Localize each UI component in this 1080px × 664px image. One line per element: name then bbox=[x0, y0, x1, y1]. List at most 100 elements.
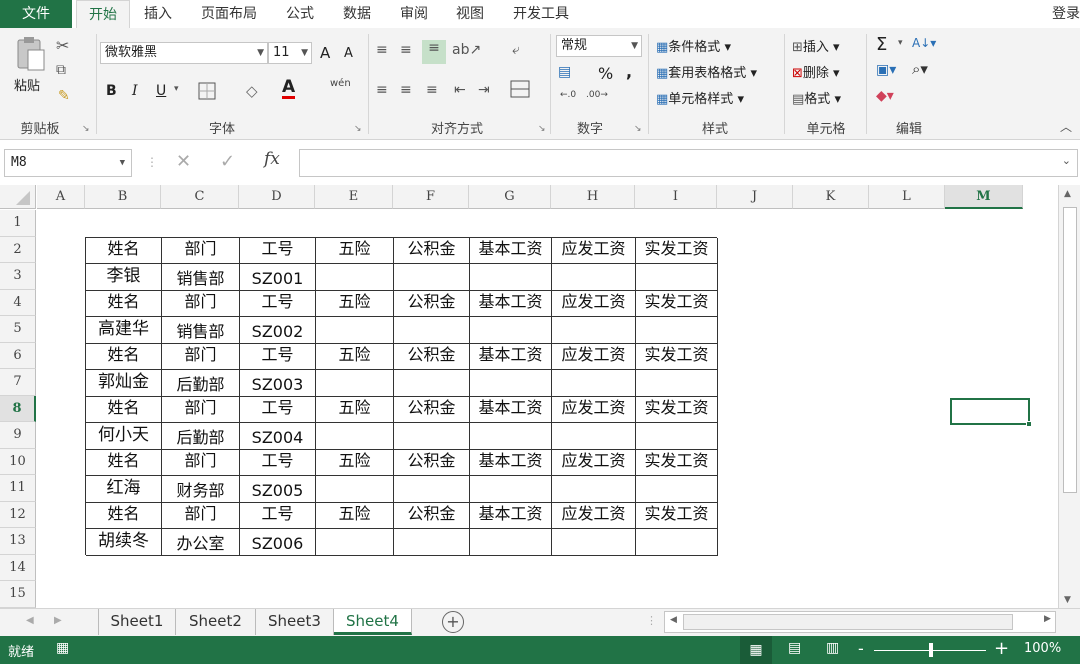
header-cell[interactable]: 姓名 bbox=[86, 343, 162, 370]
data-cell[interactable] bbox=[316, 476, 394, 503]
tab-page-layout[interactable]: 页面布局 bbox=[201, 0, 257, 28]
row-header-6[interactable]: 6 bbox=[0, 342, 36, 369]
zoom-level[interactable]: 100% bbox=[1024, 641, 1061, 656]
data-cell[interactable]: 何小天 bbox=[86, 423, 162, 450]
bold-button[interactable]: B bbox=[106, 83, 117, 99]
tab-home[interactable]: 开始 bbox=[76, 0, 130, 29]
header-cell[interactable]: 工号 bbox=[240, 396, 316, 423]
data-cell[interactable] bbox=[552, 476, 636, 503]
data-cell[interactable]: 胡续冬 bbox=[86, 529, 162, 556]
scroll-down-icon[interactable]: ▼ bbox=[1064, 595, 1071, 605]
header-cell[interactable]: 部门 bbox=[162, 502, 240, 529]
header-cell[interactable]: 五险 bbox=[316, 343, 394, 370]
column-header-i[interactable]: I bbox=[635, 185, 717, 209]
header-cell[interactable]: 实发工资 bbox=[636, 343, 718, 370]
header-cell[interactable]: 基本工资 bbox=[470, 449, 552, 476]
chevron-down-icon[interactable]: ▾ bbox=[174, 84, 179, 94]
header-cell[interactable]: 部门 bbox=[162, 449, 240, 476]
data-cell[interactable] bbox=[470, 264, 552, 291]
phonetic-button[interactable]: wén bbox=[330, 78, 351, 89]
tab-review[interactable]: 审阅 bbox=[400, 0, 428, 28]
page-layout-view-icon[interactable]: ▤ bbox=[788, 640, 801, 656]
data-cell[interactable]: 销售部 bbox=[162, 317, 240, 344]
data-cell[interactable] bbox=[394, 370, 470, 397]
row-header-4[interactable]: 4 bbox=[0, 289, 36, 316]
format-cells-button[interactable]: ▤格式 ▾ bbox=[792, 88, 841, 107]
data-cell[interactable] bbox=[552, 423, 636, 450]
increase-indent-icon[interactable]: ⇥ bbox=[478, 82, 490, 98]
data-cell[interactable] bbox=[636, 423, 718, 450]
format-painter-icon[interactable]: ✎ bbox=[58, 88, 70, 104]
italic-button[interactable]: I bbox=[132, 83, 138, 99]
grow-font-button[interactable]: A bbox=[320, 44, 330, 62]
header-cell[interactable]: 五险 bbox=[316, 502, 394, 529]
data-cell[interactable] bbox=[470, 529, 552, 556]
increase-decimal-icon[interactable]: ←.0 bbox=[560, 90, 576, 100]
header-cell[interactable]: 实发工资 bbox=[636, 237, 718, 264]
page-break-view-icon[interactable]: ▥ bbox=[826, 640, 839, 656]
data-cell[interactable] bbox=[316, 264, 394, 291]
number-launcher-icon[interactable]: ↘ bbox=[634, 124, 642, 134]
data-cell[interactable] bbox=[552, 529, 636, 556]
name-box[interactable]: M8 ▼ bbox=[4, 149, 132, 177]
worksheet-grid[interactable]: ABCDEFGHIJKLM 1 2 3 4 5 6 7 8 9 10 11 12 13 14 15 姓名 部门… bbox=[0, 185, 1080, 608]
sort-filter-icon[interactable]: A↓▾ bbox=[912, 36, 936, 50]
data-cell[interactable] bbox=[470, 423, 552, 450]
data-cell[interactable]: SZ003 bbox=[240, 370, 316, 397]
row-header-8[interactable]: 8 bbox=[0, 395, 36, 422]
fill-icon[interactable]: ▣▾ bbox=[876, 62, 896, 78]
column-header-a[interactable]: A bbox=[37, 185, 85, 209]
macro-record-icon[interactable]: ▦ bbox=[56, 640, 69, 656]
sheet-tab-1[interactable]: Sheet1 bbox=[98, 609, 176, 635]
header-cell[interactable]: 基本工资 bbox=[470, 396, 552, 423]
row-header-7[interactable]: 7 bbox=[0, 369, 36, 396]
scroll-up-icon[interactable]: ▲ bbox=[1064, 189, 1071, 199]
zoom-in-button[interactable]: + bbox=[994, 638, 1009, 659]
cell-styles-button[interactable]: ▦单元格样式 ▾ bbox=[656, 88, 744, 107]
insert-cells-button[interactable]: ⊞插入 ▾ bbox=[792, 36, 840, 55]
row-header-10[interactable]: 10 bbox=[0, 448, 36, 475]
data-cell[interactable]: 后勤部 bbox=[162, 423, 240, 450]
header-cell[interactable]: 姓名 bbox=[86, 290, 162, 317]
percent-button[interactable]: % bbox=[598, 64, 613, 83]
header-cell[interactable]: 应发工资 bbox=[552, 396, 636, 423]
header-cell[interactable]: 基本工资 bbox=[470, 237, 552, 264]
vertical-scrollbar[interactable]: ▲ ▼ bbox=[1058, 185, 1080, 608]
header-cell[interactable]: 基本工资 bbox=[470, 502, 552, 529]
data-cell[interactable] bbox=[470, 476, 552, 503]
header-cell[interactable]: 应发工资 bbox=[552, 449, 636, 476]
align-bottom-icon[interactable]: ≡ bbox=[422, 40, 446, 64]
data-cell[interactable] bbox=[636, 370, 718, 397]
data-cell[interactable]: SZ001 bbox=[240, 264, 316, 291]
column-header-j[interactable]: J bbox=[717, 185, 793, 209]
sheet-tab-3[interactable]: Sheet3 bbox=[256, 609, 334, 635]
header-cell[interactable]: 应发工资 bbox=[552, 237, 636, 264]
next-sheet-icon[interactable]: ▶ bbox=[54, 615, 62, 626]
column-header-d[interactable]: D bbox=[239, 185, 315, 209]
data-cell[interactable]: 销售部 bbox=[162, 264, 240, 291]
data-cell[interactable] bbox=[316, 529, 394, 556]
header-cell[interactable]: 姓名 bbox=[86, 237, 162, 264]
shrink-font-button[interactable]: A bbox=[344, 46, 353, 61]
font-size-combo[interactable]: 11 ▼ bbox=[268, 42, 312, 64]
column-header-k[interactable]: K bbox=[793, 185, 869, 209]
borders-button[interactable] bbox=[198, 82, 216, 104]
data-cell[interactable] bbox=[394, 529, 470, 556]
delete-cells-button[interactable]: ⊠删除 ▾ bbox=[792, 62, 840, 81]
row-header-3[interactable]: 3 bbox=[0, 263, 36, 290]
header-cell[interactable]: 实发工资 bbox=[636, 502, 718, 529]
enter-icon[interactable]: ✓ bbox=[220, 151, 235, 172]
tab-insert[interactable]: 插入 bbox=[144, 0, 172, 28]
row-header-2[interactable]: 2 bbox=[0, 236, 36, 263]
data-cell[interactable]: SZ002 bbox=[240, 317, 316, 344]
align-top-icon[interactable]: ≡ bbox=[376, 42, 388, 58]
data-cell[interactable]: 财务部 bbox=[162, 476, 240, 503]
decrease-indent-icon[interactable]: ⇤ bbox=[454, 82, 466, 98]
cancel-icon[interactable]: ✕ bbox=[176, 151, 191, 172]
column-header-b[interactable]: B bbox=[85, 185, 161, 209]
header-cell[interactable]: 应发工资 bbox=[552, 290, 636, 317]
previous-sheet-icon[interactable]: ◀ bbox=[26, 615, 34, 626]
scroll-right-icon[interactable]: ▶ bbox=[1044, 614, 1051, 624]
number-format-combo[interactable]: 常规 ▼ bbox=[556, 35, 642, 57]
header-cell[interactable]: 工号 bbox=[240, 502, 316, 529]
